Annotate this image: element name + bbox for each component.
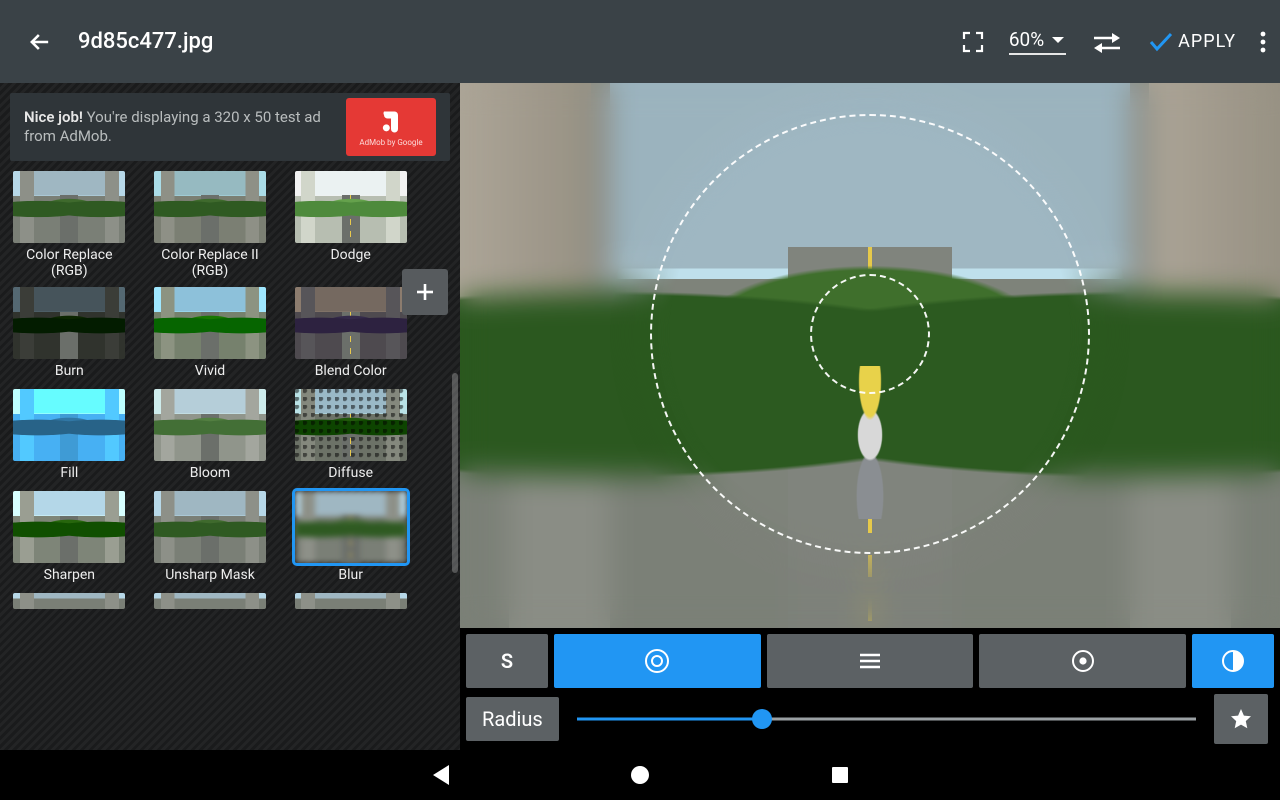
ad-text: Nice job! You're displaying a 320 x 50 t… bbox=[24, 108, 336, 147]
filter-label: Dodge bbox=[330, 247, 370, 265]
filter-item[interactable] bbox=[10, 593, 129, 609]
filter-label: Vivid bbox=[195, 363, 225, 381]
filter-item[interactable]: Color Replace II (RGB) bbox=[151, 171, 270, 279]
filter-thumbnail bbox=[154, 389, 266, 461]
tool-s-button[interactable]: S bbox=[466, 634, 548, 688]
filter-thumbnail bbox=[154, 491, 266, 563]
add-filter-button[interactable] bbox=[402, 269, 448, 315]
admob-logo-icon: AdMob by Google bbox=[346, 98, 436, 156]
filter-label: Diffuse bbox=[328, 465, 373, 483]
target-icon bbox=[1070, 648, 1096, 674]
filter-item[interactable]: Sharpen bbox=[10, 491, 129, 585]
lines-icon bbox=[857, 651, 883, 671]
filter-item[interactable] bbox=[151, 593, 270, 609]
filter-item[interactable]: Color Replace (RGB) bbox=[10, 171, 129, 279]
filter-item[interactable] bbox=[291, 593, 410, 609]
filter-thumbnail bbox=[295, 389, 407, 461]
filter-label: Color Replace (RGB) bbox=[10, 247, 129, 279]
filter-label: Sharpen bbox=[44, 567, 95, 585]
check-icon bbox=[1148, 31, 1174, 53]
filter-thumbnail bbox=[13, 491, 125, 563]
filter-label: Fill bbox=[60, 465, 78, 483]
concentric-circles-icon bbox=[644, 648, 670, 674]
filter-thumbnail bbox=[154, 287, 266, 359]
filter-item[interactable]: Unsharp Mask bbox=[151, 491, 270, 585]
chevron-down-icon bbox=[1050, 34, 1066, 46]
filter-label: Burn bbox=[55, 363, 84, 381]
zoom-value: 60% bbox=[1009, 28, 1044, 51]
sidebar-scrollbar[interactable] bbox=[452, 373, 458, 573]
nav-back-button[interactable] bbox=[425, 760, 455, 790]
filter-thumbnail bbox=[154, 171, 266, 243]
apply-label: APPLY bbox=[1178, 31, 1236, 52]
tool-linear-button[interactable] bbox=[767, 634, 974, 688]
contrast-icon bbox=[1221, 649, 1245, 673]
back-button[interactable] bbox=[20, 22, 60, 62]
filter-label: Color Replace II (RGB) bbox=[151, 247, 270, 279]
filter-label: Bloom bbox=[190, 465, 230, 483]
swap-icon[interactable] bbox=[1090, 30, 1124, 54]
filter-thumbnail bbox=[13, 593, 125, 609]
tool-radial-button[interactable] bbox=[554, 634, 761, 688]
tool-contrast-button[interactable] bbox=[1192, 634, 1274, 688]
filter-thumbnail bbox=[154, 593, 266, 609]
fullscreen-icon[interactable] bbox=[961, 30, 985, 54]
image-canvas[interactable] bbox=[460, 83, 1280, 628]
radius-slider[interactable] bbox=[577, 705, 1196, 733]
filter-thumbnail bbox=[13, 171, 125, 243]
filter-item[interactable]: Dodge bbox=[291, 171, 410, 279]
filter-thumbnail bbox=[295, 491, 407, 563]
filter-thumbnail bbox=[13, 389, 125, 461]
file-title: 9d85c477.jpg bbox=[78, 29, 943, 54]
slider-label: Radius bbox=[466, 697, 559, 741]
nav-home-button[interactable] bbox=[625, 760, 655, 790]
filter-item[interactable]: Blend Color bbox=[291, 287, 410, 381]
ad-banner[interactable]: Nice job! You're displaying a 320 x 50 t… bbox=[10, 93, 450, 161]
filter-item[interactable]: Bloom bbox=[151, 389, 270, 483]
filter-sidebar: Nice job! You're displaying a 320 x 50 t… bbox=[0, 83, 460, 750]
filter-item[interactable]: Diffuse bbox=[291, 389, 410, 483]
filter-item[interactable]: Blur bbox=[291, 491, 410, 585]
filter-item[interactable]: Fill bbox=[10, 389, 129, 483]
nav-recent-button[interactable] bbox=[825, 760, 855, 790]
filter-thumbnail bbox=[13, 287, 125, 359]
filter-label: Blur bbox=[338, 567, 363, 585]
filter-item[interactable]: Burn bbox=[10, 287, 129, 381]
filter-thumbnail bbox=[295, 287, 407, 359]
zoom-dropdown[interactable]: 60% bbox=[1009, 28, 1066, 55]
apply-button[interactable]: APPLY bbox=[1148, 31, 1236, 53]
favorite-button[interactable] bbox=[1214, 694, 1268, 744]
filter-thumbnail bbox=[295, 593, 407, 609]
filter-label: Blend Color bbox=[315, 363, 387, 381]
filter-label: Unsharp Mask bbox=[165, 567, 255, 585]
tool-point-button[interactable] bbox=[979, 634, 1186, 688]
overflow-menu-icon[interactable] bbox=[1260, 30, 1266, 54]
star-icon bbox=[1229, 707, 1253, 731]
filter-item[interactable]: Vivid bbox=[151, 287, 270, 381]
filter-thumbnail bbox=[295, 171, 407, 243]
